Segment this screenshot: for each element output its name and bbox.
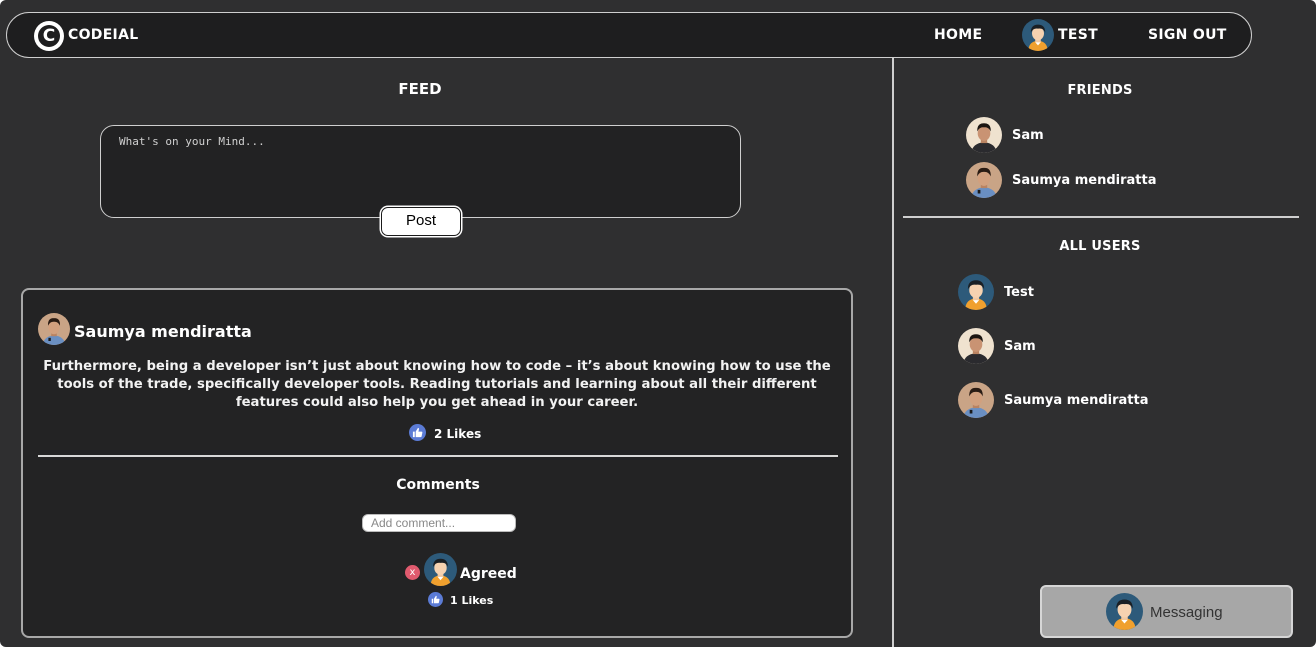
friend-avatar[interactable] xyxy=(966,117,1002,153)
post-divider xyxy=(38,455,838,457)
logo-letter[interactable]: C xyxy=(34,21,64,51)
user-name[interactable]: Saumya mendiratta xyxy=(1004,393,1148,408)
navbar: C CODEIAL HOME TEST SIGN OUT xyxy=(6,12,1252,58)
post-button[interactable]: Post xyxy=(381,207,461,236)
user-name[interactable]: Test xyxy=(1004,285,1034,300)
messaging-label[interactable]: Messaging xyxy=(1150,604,1223,621)
comment-likes-count[interactable]: 1 Likes xyxy=(450,594,493,607)
user-avatar[interactable] xyxy=(958,328,994,364)
friends-divider xyxy=(903,216,1299,218)
comments-title: Comments xyxy=(396,477,480,493)
user-avatar[interactable] xyxy=(958,382,994,418)
friends-title: FRIENDS xyxy=(1067,83,1133,98)
messaging-avatar[interactable] xyxy=(1106,593,1143,630)
post-card: Saumya mendiratta Furthermore, being a d… xyxy=(21,288,853,638)
post-body-text: Furthermore, being a developer isn’t jus… xyxy=(43,359,831,410)
sidebar-divider xyxy=(892,58,894,647)
friend-avatar[interactable] xyxy=(966,162,1002,198)
feed-title: FEED xyxy=(398,80,442,98)
comment-author-avatar[interactable] xyxy=(424,553,457,586)
post-author-avatar[interactable] xyxy=(38,313,70,345)
user-name[interactable]: Sam xyxy=(1004,339,1036,354)
like-icon[interactable] xyxy=(409,424,426,441)
friend-name[interactable]: Saumya mendiratta xyxy=(1012,173,1156,188)
delete-comment-icon[interactable]: x xyxy=(405,565,420,580)
nav-home-link[interactable]: HOME xyxy=(934,27,982,43)
messaging-button[interactable]: Messaging xyxy=(1040,585,1293,638)
user-avatar[interactable] xyxy=(958,274,994,310)
comment-text: Agreed xyxy=(460,566,517,582)
add-comment-input[interactable] xyxy=(362,514,516,532)
comment-like-icon[interactable] xyxy=(428,592,443,607)
all-users-title: ALL USERS xyxy=(1059,239,1141,254)
brand-name[interactable]: CODEIAL xyxy=(68,27,138,43)
post-likes-count[interactable]: 2 Likes xyxy=(434,427,481,441)
nav-profile-avatar[interactable] xyxy=(1022,19,1054,51)
post-author-name[interactable]: Saumya mendiratta xyxy=(74,322,252,341)
nav-profile-link[interactable]: TEST xyxy=(1058,27,1098,43)
app-window: C CODEIAL HOME TEST SIGN OUT FEED Post S… xyxy=(0,0,1316,647)
post-composer-input[interactable] xyxy=(100,125,741,218)
friend-name[interactable]: Sam xyxy=(1012,128,1044,143)
nav-signout-link[interactable]: SIGN OUT xyxy=(1148,27,1227,43)
